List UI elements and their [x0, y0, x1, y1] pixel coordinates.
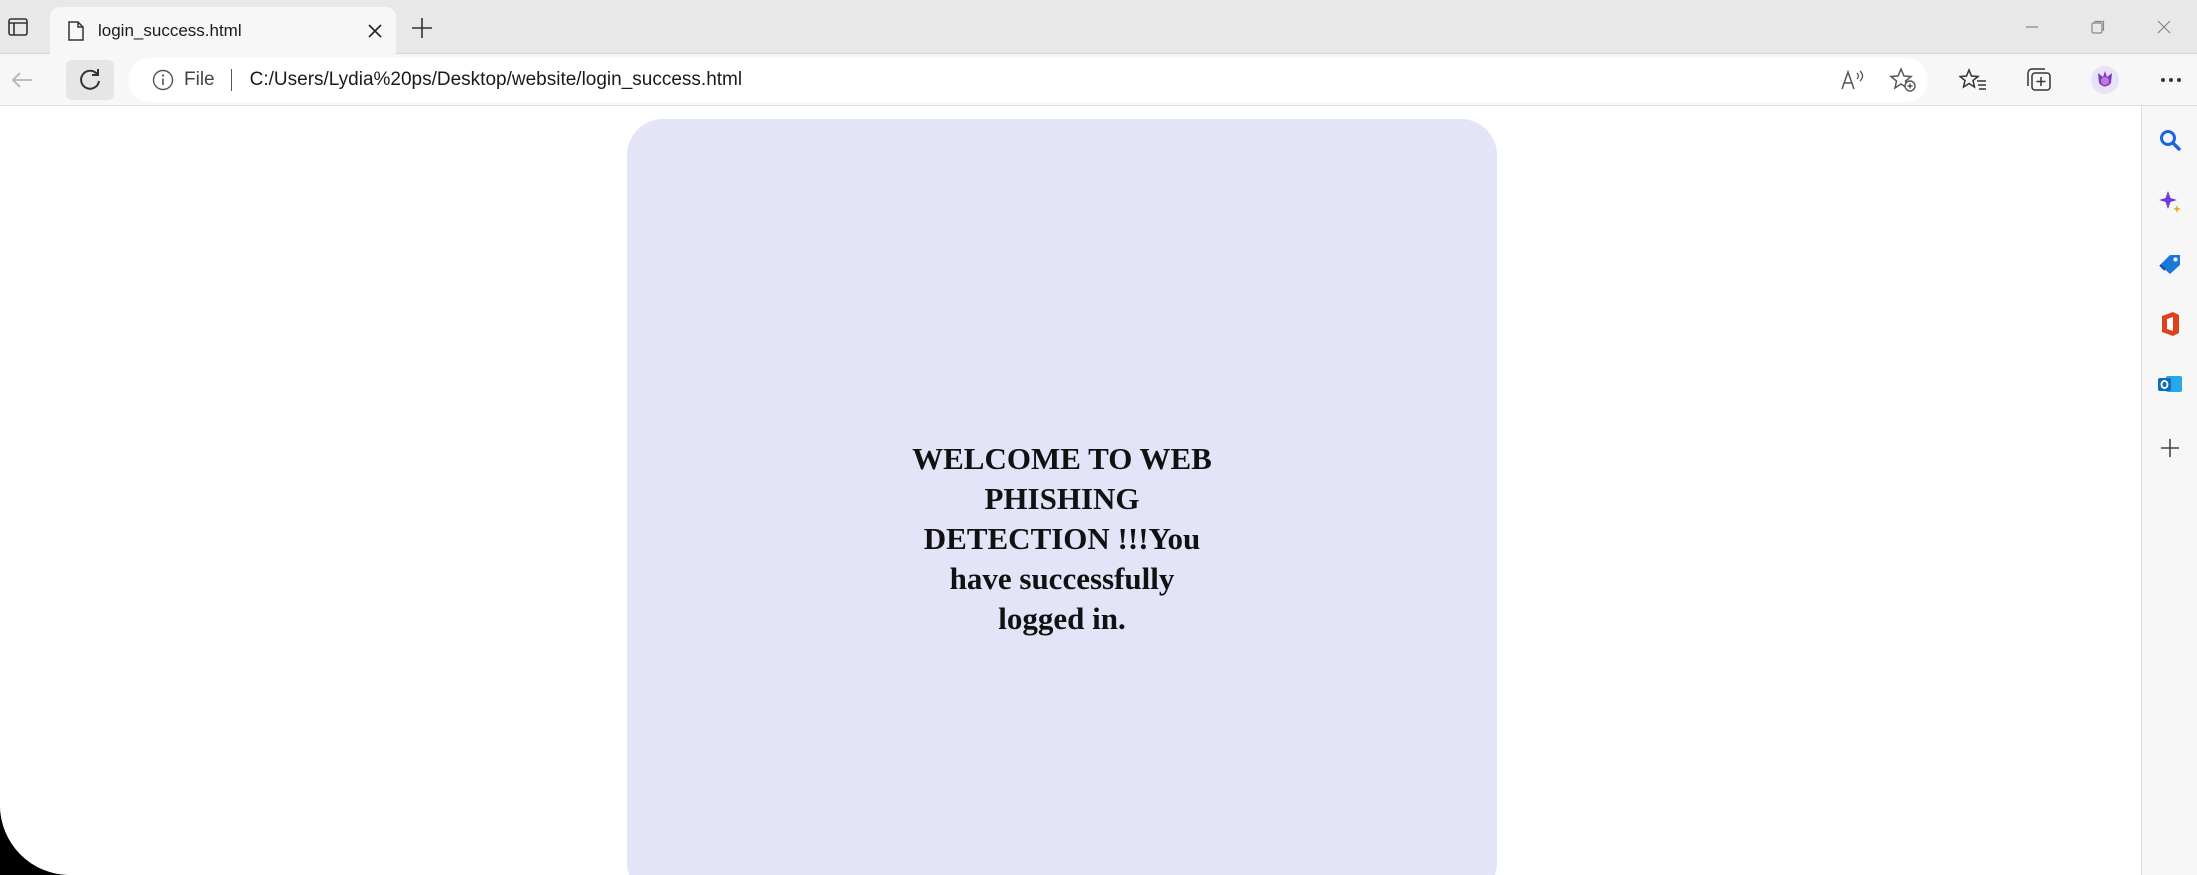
close-window-button[interactable] [2131, 0, 2197, 54]
more-button[interactable] [2138, 54, 2197, 106]
profile-avatar-icon [2091, 66, 2119, 94]
read-aloud-icon [1841, 69, 1864, 90]
welcome-card: WELCOME TO WEB PHISHING DETECTION !!!You… [627, 119, 1497, 875]
sidebar-office-button[interactable] [2142, 302, 2197, 346]
search-icon [2160, 130, 2181, 151]
sidebar-copilot-button[interactable] [2142, 180, 2197, 224]
sidebar-shopping-button[interactable] [2142, 242, 2197, 286]
sidebar-outlook-button[interactable] [2142, 362, 2197, 406]
profile-button[interactable] [2072, 54, 2138, 106]
close-window-icon [2157, 20, 2171, 34]
navigation-toolbar: File C:/Users/Lydia%20ps/Desktop/website… [0, 54, 2197, 106]
favorites-button[interactable] [1940, 54, 2006, 106]
collections-icon [2027, 68, 2051, 91]
tab-title: login_success.html [98, 20, 242, 40]
tab-close-button[interactable] [368, 23, 382, 38]
page-content: WELCOME TO WEB PHISHING DETECTION !!!You… [0, 106, 2141, 875]
info-icon[interactable] [152, 69, 174, 91]
shopping-tag-icon [2159, 255, 2180, 274]
add-favorite-button[interactable] [1878, 58, 1928, 102]
collections-button[interactable] [2006, 54, 2072, 106]
copilot-icon [2159, 191, 2181, 213]
url-text[interactable]: C:/Users/Lydia%20ps/Desktop/website/logi… [250, 69, 742, 91]
scheme-label: File [184, 69, 215, 90]
page-icon [68, 20, 84, 41]
add-favorite-icon [1889, 67, 1916, 92]
tab-active[interactable]: login_success.html [50, 7, 396, 54]
close-icon [368, 23, 382, 38]
address-separator [230, 69, 232, 91]
address-bar[interactable]: File C:/Users/Lydia%20ps/Desktop/website… [128, 58, 1928, 102]
office-icon [2162, 312, 2179, 336]
edge-sidebar [2141, 106, 2197, 875]
restore-icon [2091, 20, 2105, 34]
outlook-icon [2158, 376, 2182, 392]
plus-icon [412, 18, 432, 38]
read-aloud-button[interactable] [1828, 58, 1878, 102]
add-icon [2161, 439, 2179, 457]
address-bar-actions [1828, 58, 1928, 102]
window-controls [1999, 0, 2197, 54]
new-tab-button[interactable] [404, 10, 440, 46]
minimize-button[interactable] [1999, 0, 2065, 54]
welcome-message: WELCOME TO WEB PHISHING DETECTION !!!You… [912, 441, 1212, 636]
restore-button[interactable] [2065, 0, 2131, 54]
more-icon [2161, 78, 2181, 82]
refresh-button[interactable] [66, 60, 114, 100]
refresh-icon [80, 69, 100, 90]
tab-strip: login_success.html [0, 0, 2197, 54]
sidebar-search-button[interactable] [2142, 118, 2197, 162]
browser-window: login_success.html File C:/Users/Lydia%2… [0, 0, 2197, 875]
tab-actions-button[interactable] [0, 6, 36, 48]
back-button[interactable] [2, 60, 42, 100]
toolbar-actions [1940, 54, 2197, 106]
tab-actions-icon [8, 18, 28, 36]
sidebar-add-button[interactable] [2142, 426, 2197, 470]
favorites-icon [1959, 68, 1986, 90]
minimize-icon [2026, 26, 2038, 28]
back-arrow-icon [11, 72, 32, 88]
